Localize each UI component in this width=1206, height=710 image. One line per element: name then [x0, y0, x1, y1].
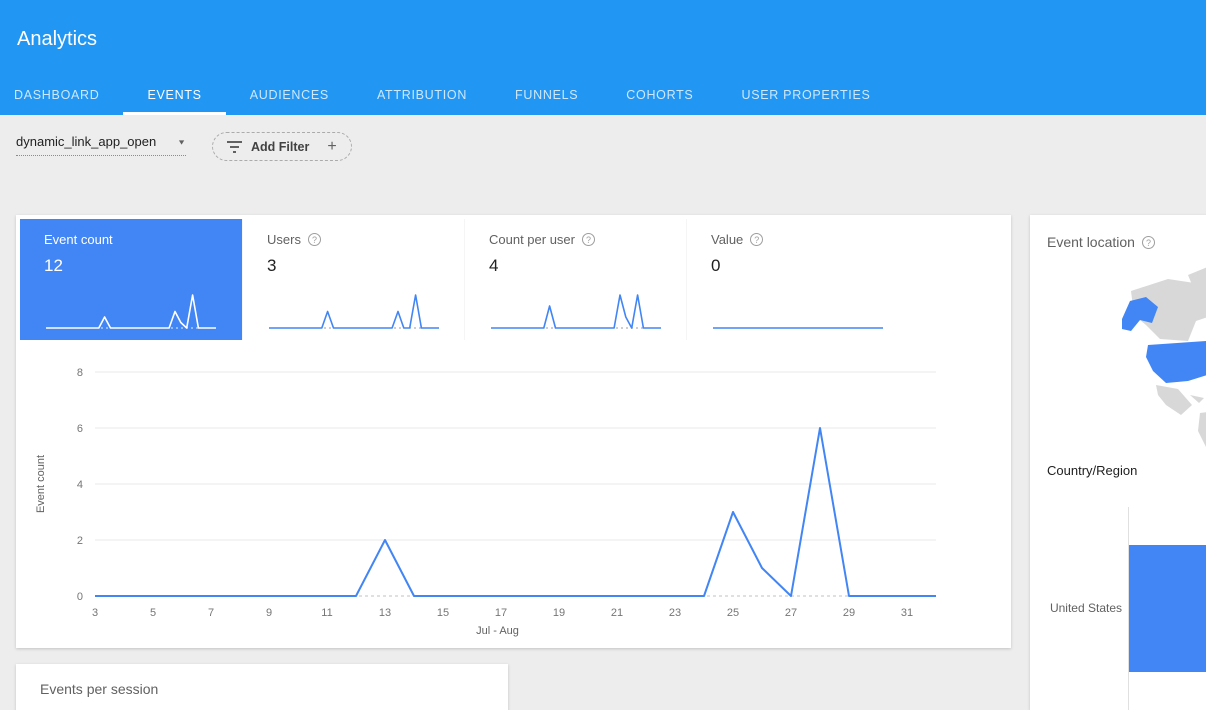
svg-text:Jul - Aug: Jul - Aug: [476, 625, 519, 637]
south-america-shape: [1198, 410, 1206, 453]
event-location-title: Event location?: [1047, 234, 1155, 250]
svg-text:5: 5: [150, 607, 156, 619]
nav-tabs: DASHBOARD EVENTS AUDIENCES ATTRIBUTION F…: [0, 77, 895, 115]
svg-text:3: 3: [92, 607, 98, 619]
tile-label: Users: [267, 232, 301, 247]
tile-value: 0: [711, 256, 908, 276]
events-per-session-card: Events per session: [16, 664, 508, 710]
tile-label: Count per user: [489, 232, 575, 247]
events-overview-card: Event count 12 Users? 3 Count per user? …: [16, 215, 1011, 648]
help-icon[interactable]: ?: [582, 233, 595, 246]
svg-text:29: 29: [843, 607, 855, 619]
svg-text:11: 11: [321, 607, 332, 619]
analytics-screen: Analytics DASHBOARD EVENTS AUDIENCES ATT…: [0, 0, 1206, 710]
filter-icon: [227, 141, 242, 153]
svg-text:0: 0: [77, 591, 83, 603]
tile-label: Value: [711, 232, 743, 247]
events-per-session-title: Events per session: [40, 681, 158, 697]
page-title: Analytics: [17, 28, 97, 51]
tile-value[interactable]: Value? 0: [686, 219, 908, 340]
event-count-chart: 0 2 4 6 8 3 5 7 9 11 13 15 17 19 21 23 25 27 29 31 Jul - Aug…: [16, 356, 1011, 648]
svg-text:9: 9: [266, 607, 272, 619]
help-icon[interactable]: ?: [1142, 236, 1155, 249]
plus-icon: +: [327, 138, 336, 156]
tile-event-count[interactable]: Event count 12: [20, 219, 242, 340]
mexico-shape: [1156, 385, 1192, 415]
event-selector-dropdown[interactable]: dynamic_link_app_open ▼: [16, 134, 186, 156]
users-sparkline: [265, 288, 443, 334]
tab-dashboard[interactable]: DASHBOARD: [0, 77, 123, 115]
help-icon[interactable]: ?: [750, 233, 763, 246]
svg-text:21: 21: [611, 607, 623, 619]
tile-count-per-user[interactable]: Count per user? 4: [464, 219, 686, 340]
app-header: Analytics DASHBOARD EVENTS AUDIENCES ATT…: [0, 0, 1206, 115]
country-region-header: Country/Region: [1047, 463, 1137, 478]
help-icon[interactable]: ?: [308, 233, 321, 246]
tile-value: 12: [44, 256, 242, 276]
svg-text:27: 27: [785, 607, 797, 619]
svg-text:25: 25: [727, 607, 739, 619]
tab-cohorts[interactable]: COHORTS: [602, 77, 717, 115]
world-map: [1038, 263, 1206, 455]
event-selector-value: dynamic_link_app_open: [16, 134, 156, 149]
count-per-user-sparkline: [487, 288, 665, 334]
tile-value: 4: [489, 256, 686, 276]
svg-text:4: 4: [77, 479, 83, 491]
svg-text:6: 6: [77, 423, 83, 435]
united-states-bar[interactable]: [1129, 545, 1206, 672]
svg-text:13: 13: [379, 607, 391, 619]
svg-text:17: 17: [495, 607, 507, 619]
svg-text:15: 15: [437, 607, 449, 619]
add-filter-label: Add Filter: [251, 140, 309, 154]
event-location-title-text: Event location: [1047, 234, 1135, 250]
tab-attribution[interactable]: ATTRIBUTION: [353, 77, 491, 115]
tile-users[interactable]: Users? 3: [242, 219, 464, 340]
event-location-card: Event location? Country/Region United St…: [1030, 215, 1206, 710]
value-sparkline: [709, 288, 887, 334]
tile-value: 3: [267, 256, 464, 276]
svg-text:8: 8: [77, 367, 83, 379]
svg-text:Event count: Event count: [35, 455, 47, 513]
united-states-shape: [1146, 341, 1206, 383]
metric-tiles: Event count 12 Users? 3 Count per user? …: [20, 219, 908, 340]
tab-user-properties[interactable]: USER PROPERTIES: [717, 77, 894, 115]
add-filter-button[interactable]: Add Filter +: [212, 132, 352, 161]
tile-label: Event count: [44, 232, 113, 247]
caribbean-shape: [1190, 395, 1204, 403]
tab-events[interactable]: EVENTS: [123, 77, 225, 115]
svg-text:23: 23: [669, 607, 681, 619]
tab-funnels[interactable]: FUNNELS: [491, 77, 602, 115]
svg-text:19: 19: [553, 607, 565, 619]
svg-text:2: 2: [77, 535, 83, 547]
svg-text:31: 31: [901, 607, 913, 619]
bar-category-label: United States: [1030, 601, 1122, 615]
caret-down-icon: ▼: [177, 138, 186, 146]
tab-audiences[interactable]: AUDIENCES: [226, 77, 353, 115]
svg-text:7: 7: [208, 607, 214, 619]
event-count-sparkline: [42, 288, 220, 334]
